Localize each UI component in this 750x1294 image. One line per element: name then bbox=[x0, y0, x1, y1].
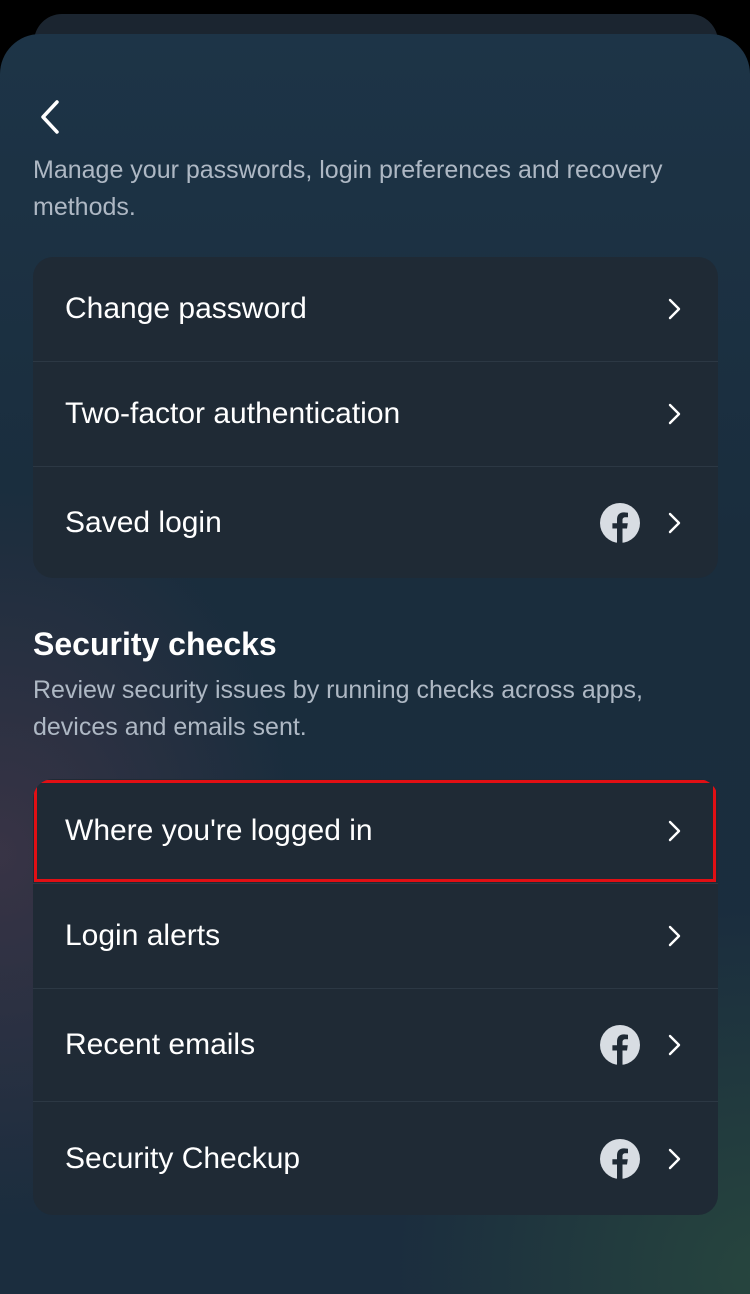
facebook-icon bbox=[600, 1025, 640, 1065]
back-button[interactable] bbox=[26, 92, 76, 142]
settings-sheet: Manage your passwords, login preferences… bbox=[0, 34, 750, 1294]
two-factor-label: Two-factor authentication bbox=[65, 397, 401, 430]
chevron-right-icon bbox=[668, 403, 681, 425]
saved-login-row[interactable]: Saved login bbox=[33, 467, 718, 578]
facebook-icon bbox=[600, 502, 640, 543]
where-logged-in-label: Where you're logged in bbox=[65, 814, 373, 847]
where-logged-in-row[interactable]: Where you're logged in bbox=[33, 779, 718, 884]
chevron-right-icon bbox=[668, 1034, 681, 1056]
security-checks-title: Security checks bbox=[33, 626, 277, 662]
security-checks-description: Review security issues by running checks… bbox=[33, 676, 643, 741]
recent-emails-row[interactable]: Recent emails bbox=[33, 989, 718, 1102]
security-checks-card: Where you're logged in Login alerts Rece… bbox=[33, 779, 718, 1215]
change-password-row[interactable]: Change password bbox=[33, 257, 718, 362]
change-password-label: Change password bbox=[65, 292, 307, 325]
security-checkup-row[interactable]: Security Checkup bbox=[33, 1102, 718, 1215]
recent-emails-label: Recent emails bbox=[65, 1028, 256, 1061]
two-factor-row[interactable]: Two-factor authentication bbox=[33, 362, 718, 467]
login-alerts-label: Login alerts bbox=[65, 919, 221, 952]
password-section-description-wrap: Manage your passwords, login preferences… bbox=[33, 154, 713, 228]
back-arrow-icon bbox=[41, 100, 59, 134]
chevron-right-icon bbox=[668, 925, 681, 947]
chevron-right-icon bbox=[668, 820, 681, 842]
login-settings-card: Change password Two-factor authenticatio… bbox=[33, 257, 718, 578]
login-alerts-row[interactable]: Login alerts bbox=[33, 884, 718, 989]
password-section-description: Manage your passwords, login preferences… bbox=[33, 156, 663, 221]
facebook-icon bbox=[600, 1138, 640, 1179]
saved-login-label: Saved login bbox=[65, 505, 222, 539]
chevron-right-icon bbox=[668, 512, 681, 533]
chevron-right-icon bbox=[668, 1148, 681, 1169]
chevron-right-icon bbox=[668, 298, 681, 320]
security-checkup-label: Security Checkup bbox=[65, 1141, 301, 1175]
